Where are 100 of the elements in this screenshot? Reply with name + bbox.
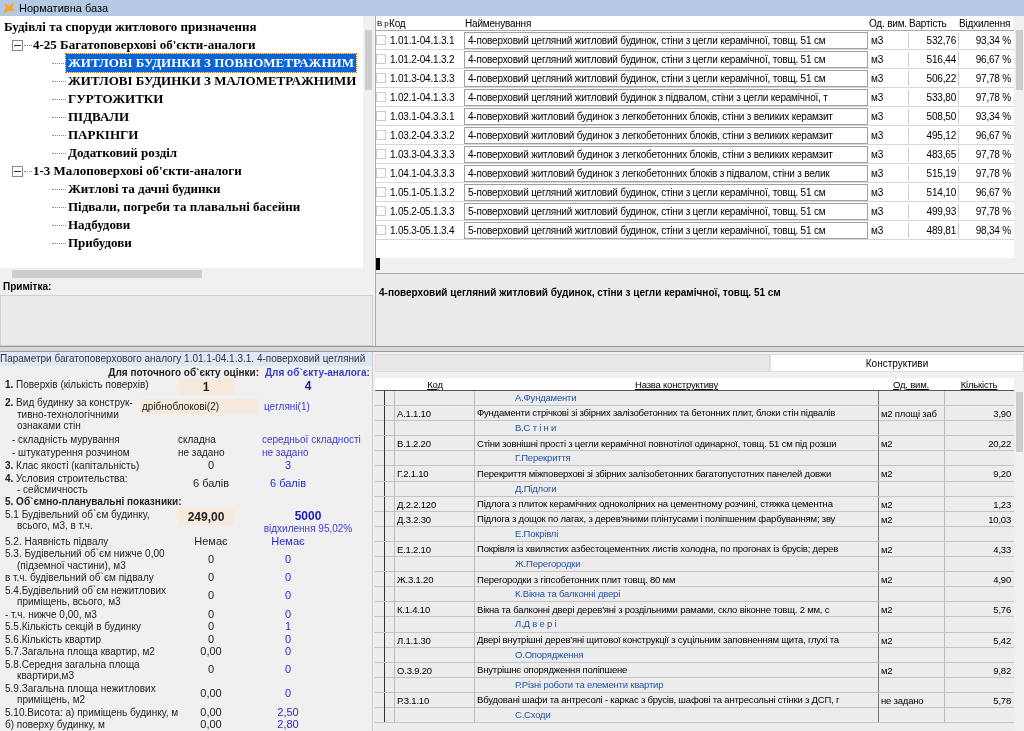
current-value: 0 — [206, 664, 216, 676]
tree-item[interactable]: ПАРКІНГИ — [66, 126, 141, 144]
analog-value: 6 балів — [268, 478, 307, 490]
tree-item[interactable]: Будівлі та споруди житлового призначення — [4, 18, 363, 36]
tree-item[interactable]: Житлові та дачні будинки — [66, 180, 223, 198]
table-cell: м2 — [878, 632, 944, 648]
parameter-label: - т.ч. нижче 0,00, м3 — [5, 608, 98, 620]
tree-item[interactable]: ЖИТЛОВІ БУДИНКИ З ПОВНОМЕТРАЖНИМ — [66, 54, 356, 72]
section-heading: Г.Перекриття — [514, 451, 572, 466]
table-cell: Д.2.2.120 — [395, 496, 475, 512]
tab[interactable] — [375, 354, 770, 372]
table-cell: 4-поверховий житловий будинок з легкобетонних блоків, стіни з великих керамзит — [464, 107, 868, 125]
parameter-label: квартири,м3 — [16, 670, 75, 682]
parameter-label: приміщень, всього, м3 — [16, 596, 122, 608]
row-checkbox[interactable] — [376, 92, 386, 102]
current-value: 0 — [206, 621, 216, 633]
table-cell-text: Підлога з плиток керамічних одноколірних на цементному розчині, стяжка цементна — [476, 497, 834, 512]
column-header[interactable]: Відхилення — [958, 16, 1014, 31]
table-cell: 5-поверховий цегляний житловий будинок, стіни з цегли керамічної, товщ. 51 см — [464, 221, 868, 239]
row-checkbox[interactable] — [376, 35, 386, 45]
table-cell: 4-поверховий цегляний житловий будинок, стіни з цегли керамічної, товщ. 51 см — [464, 31, 868, 49]
row-checkbox[interactable] — [376, 149, 386, 159]
table-cell: м2 — [878, 541, 944, 557]
parameter-label: всього, м3, в т.ч. — [16, 520, 94, 532]
tree-item[interactable]: Підвали, погреби та плавальні басейни — [66, 198, 303, 216]
note-field[interactable] — [0, 295, 373, 346]
section-heading: Е.Покрівлі — [514, 526, 560, 541]
analog-value: Немає — [270, 535, 306, 547]
row-checkbox[interactable] — [376, 54, 386, 64]
parameter-label: 5.6.Кількість квартир — [5, 633, 103, 645]
column-header[interactable]: Вартість — [908, 16, 958, 31]
parameter-label: 4. Условия строительства: — [5, 472, 129, 484]
value-field[interactable]: дрібноблокові(2) — [140, 399, 258, 414]
collapse-icon[interactable] — [12, 39, 23, 51]
row-checkbox[interactable] — [376, 187, 386, 197]
table-cell: 4-поверховий цегляний житловий будинок з підвалом, стіни з цегли керамічної, т — [464, 88, 868, 106]
tree-item[interactable]: ЖИТЛОВІ БУДИНКИ З МАЛОМЕТРАЖНИМИ — [66, 72, 359, 90]
tree-item[interactable]: ПІДВАЛИ — [66, 108, 132, 126]
parameter-label: 1. Поверхів (кількість поверхів) — [5, 379, 150, 391]
table-cell-text: Покрівля із хвилястих азбестоцементних листів холодна, по прогонах із брусів; дерев — [476, 542, 839, 557]
table-cell: Д.3.2.30 — [395, 511, 475, 527]
table-cell: 495,12 — [908, 127, 958, 143]
parameter-label: 5.9.Загальна площа нежитлових — [5, 682, 157, 694]
table-cell: м2 — [878, 436, 944, 452]
tree-item[interactable]: 1-3 Малоповерхові об'єкти-аналоги — [33, 162, 242, 180]
table-cell: 4-поверховий житловий будинок з легкобетонних блоків з підвалом, стіни з велик — [464, 164, 868, 182]
row-checkbox[interactable] — [376, 206, 386, 216]
column-header[interactable]: Код — [388, 16, 464, 31]
parameter-label: 5.10.Висота: а) приміщень будинку, м — [5, 706, 178, 718]
analog-value: 1 — [283, 621, 293, 633]
table-cell: О.3.9.20 — [395, 662, 475, 678]
table-cell-text: м3 — [870, 128, 885, 143]
column-header[interactable]: Код — [395, 378, 475, 393]
tree-item[interactable]: Надбудови — [66, 216, 133, 234]
vertical-scrollbar[interactable] — [363, 16, 373, 268]
column-header[interactable]: Найменування — [464, 16, 868, 31]
column-header[interactable]: Од. вим. — [878, 378, 944, 393]
tab[interactable]: Конструктиви — [770, 354, 1024, 372]
collapse-icon[interactable] — [12, 165, 23, 177]
column-header[interactable]: В р — [376, 17, 388, 30]
panel-title: Параметри багатоповерхового аналогу 1.01.1-04.1.3.1. 4-поверховий цегляний — [0, 352, 366, 365]
table-cell-text: Вікна та балконні двері дерев'яні з роздільними рамами, скло віконне товщ. 2 мм, с — [476, 602, 831, 617]
row-checkbox[interactable] — [376, 73, 386, 83]
tree-item[interactable]: 4-25 Багатоповерхові об'єкти-аналоги — [33, 36, 256, 54]
tree-item[interactable]: ГУРТОЖИТКИ — [66, 90, 166, 108]
current-value: 0 — [206, 633, 216, 645]
analog-value: 0 — [283, 553, 293, 566]
analog-value: 2,80 — [276, 719, 300, 731]
row-checkbox[interactable] — [376, 111, 386, 121]
parameter-label: - сейсмичность — [16, 484, 89, 496]
section-heading: В.С т і н и — [514, 421, 558, 436]
column-header: Для поточного об`єкту оцінки: — [107, 366, 259, 378]
table-cell: Ж.3.1.20 — [395, 572, 475, 588]
section-heading: А.Фундаменти — [514, 391, 578, 405]
parameter-label: - штукатурення розчином — [12, 447, 130, 458]
value-field[interactable]: 1 — [178, 379, 234, 395]
row-checkbox[interactable] — [376, 130, 386, 140]
table-cell: 4-поверховий цегляний житловий будинок, стіни з цегли керамічної, товщ. 51 см — [464, 69, 868, 87]
vertical-scrollbar[interactable] — [1014, 16, 1024, 258]
analog-value: 5000 — [294, 508, 322, 523]
value-field[interactable]: 249,00 — [178, 508, 234, 525]
parameter-label: в т.ч. будівельний об`єм підвалу — [5, 572, 155, 584]
column-header[interactable]: Од. вим. — [868, 16, 908, 31]
table-cell: не задано — [878, 692, 944, 708]
analog-value: 4 — [304, 379, 312, 393]
table-cell: м2 — [878, 662, 944, 678]
table-cell-text: Перегородки з гіпсобетонних плит товщ. 80 мм — [476, 572, 677, 587]
current-value: 0 — [206, 553, 216, 566]
tree-item[interactable]: Прибудови — [66, 234, 134, 252]
tree-item[interactable]: Додатковий розділ — [66, 144, 180, 162]
table-cell: Е.1.2.10 — [395, 541, 475, 557]
section-heading: С.Сходи — [514, 707, 552, 722]
column-header[interactable]: Кількість — [944, 378, 1014, 393]
table-cell: Л.1.1.30 — [395, 632, 475, 648]
row-checkbox[interactable] — [376, 168, 386, 178]
column-header[interactable]: Назва конструктиву — [475, 378, 878, 393]
table-cell-text: 1.01.1-04.1.3.1 — [389, 33, 456, 48]
row-checkbox[interactable] — [376, 225, 386, 235]
table-cell: 4-поверховий житловий будинок з легкобетонних блоків, стіни з великих керамзит — [464, 126, 868, 144]
analog-value: 0 — [283, 688, 293, 700]
